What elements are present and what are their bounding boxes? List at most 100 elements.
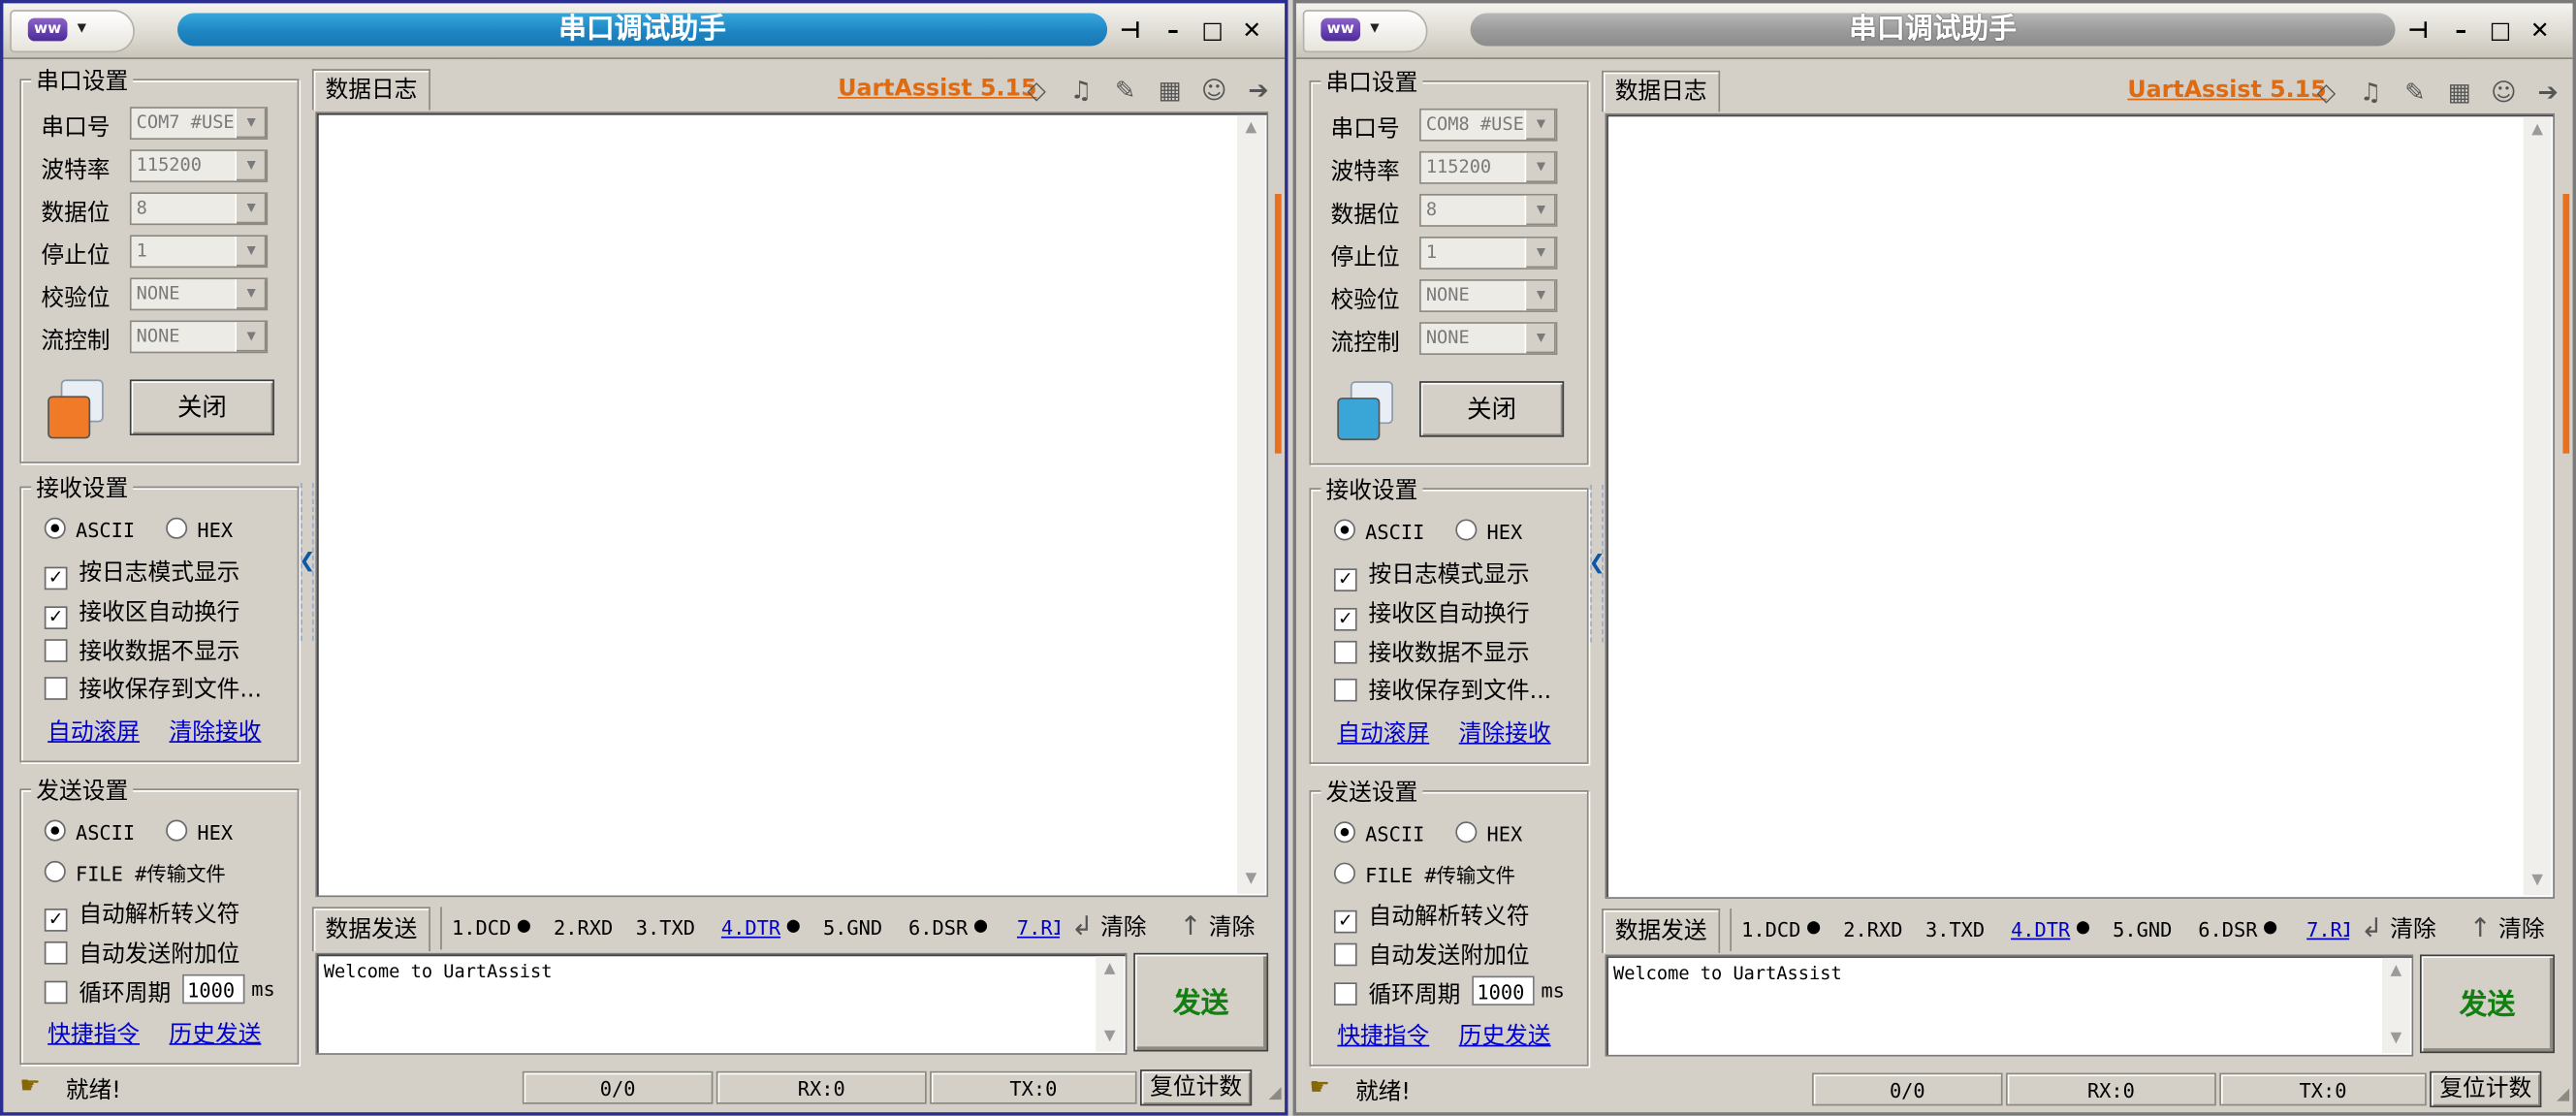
parity-select[interactable]: NONE ▼	[129, 277, 269, 311]
scroll-up-icon[interactable]: ▲	[1237, 115, 1265, 143]
baud-select[interactable]: 115200 ▼	[129, 149, 269, 183]
send-scrollbar[interactable]: ▲ ▼	[1096, 956, 1125, 1052]
calculator-icon[interactable]: ▦	[1155, 76, 1185, 106]
maximize-button[interactable]: □	[1196, 15, 1229, 48]
chevron-down-icon[interactable]: ▼	[235, 322, 267, 352]
clear-send-button[interactable]: ↲ 清除	[1071, 910, 1147, 943]
append-bits-checkbox[interactable]: 自动发送附加位	[1333, 939, 1530, 972]
version-link[interactable]: UartAssist 5.15	[2127, 78, 2326, 104]
scroll-down-icon[interactable]: ▼	[2382, 1025, 2410, 1053]
send-file-radio[interactable]: FILE #传输文件	[44, 859, 226, 887]
log-mode-checkbox[interactable]: ✓ 按日志模式显示	[44, 556, 240, 590]
chevron-down-icon[interactable]: ▼	[235, 150, 267, 181]
receive-ascii-radio[interactable]: ASCII	[44, 517, 135, 544]
title-bar[interactable]: ww ▾ 串口调试助手 ⊣ – □ ✕	[1295, 3, 2573, 60]
stopbits-select[interactable]: 1 ▼	[129, 235, 269, 269]
auto-wrap-checkbox[interactable]: ✓ 接收区自动换行	[1333, 596, 1530, 631]
signal-ri[interactable]: 7.RI	[2306, 918, 2349, 941]
shortcut-commands-link[interactable]: 快捷指令	[48, 1017, 140, 1050]
scroll-up-icon[interactable]: ▲	[2382, 958, 2410, 986]
send-button[interactable]: 发送	[1133, 952, 1269, 1052]
append-bits-checkbox[interactable]: 自动发送附加位	[44, 937, 240, 970]
forward-icon[interactable]: ➔	[2533, 78, 2563, 108]
receive-ascii-radio[interactable]: ASCII	[1333, 519, 1424, 545]
send-button[interactable]: 发送	[2419, 954, 2555, 1054]
chevron-down-icon[interactable]: ▼	[1524, 195, 1556, 226]
maximize-button[interactable]: □	[2484, 15, 2517, 48]
tab-data-send[interactable]: 数据发送	[311, 907, 430, 952]
auto-scroll-link[interactable]: 自动滚屏	[48, 715, 140, 748]
tab-data-log[interactable]: 数据日志	[1602, 70, 1721, 112]
close-port-button[interactable]: 关闭	[129, 379, 274, 436]
scroll-up-icon[interactable]: ▲	[2524, 116, 2552, 144]
support-icon[interactable]: ☺	[1199, 76, 1229, 106]
signal-ri[interactable]: 7.RI	[1017, 917, 1060, 941]
send-hex-radio[interactable]: HEX	[1455, 821, 1522, 847]
pin-icon[interactable]: ⊣	[1114, 15, 1147, 48]
close-port-button[interactable]: 关闭	[1419, 381, 1565, 437]
receive-hex-radio[interactable]: HEX	[1455, 519, 1522, 545]
send-hex-radio[interactable]: HEX	[166, 819, 233, 846]
hide-data-checkbox[interactable]: 接收数据不显示	[44, 634, 240, 667]
cycle-checkbox[interactable]: 循环周期	[44, 976, 171, 1009]
close-button[interactable]: ✕	[2524, 15, 2557, 48]
scroll-down-icon[interactable]: ▼	[2524, 868, 2552, 896]
databits-select[interactable]: 8 ▼	[129, 192, 269, 226]
clear-receive-link[interactable]: 清除接收	[170, 715, 262, 748]
baud-select[interactable]: 115200 ▼	[1419, 150, 1558, 184]
send-history-link[interactable]: 历史发送	[170, 1017, 262, 1050]
port-select[interactable]: COM7 #USE ▼	[129, 107, 269, 141]
send-input[interactable]: Welcome to UartAssist ▲ ▼	[315, 952, 1128, 1055]
resize-grip-icon[interactable]: ◢	[2557, 1086, 2569, 1104]
scroll-up-icon[interactable]: ▲	[1096, 956, 1124, 984]
auto-scroll-link[interactable]: 自动滚屏	[1337, 717, 1429, 749]
auto-wrap-checkbox[interactable]: ✓ 接收区自动换行	[44, 594, 240, 629]
clear-all-button[interactable]: ↑ 清除	[1180, 910, 1256, 943]
parity-select[interactable]: NONE ▼	[1419, 279, 1558, 312]
signal-dtr[interactable]: 4.DTR	[2011, 918, 2070, 941]
edit-icon[interactable]: ✎	[1110, 76, 1140, 106]
port-select[interactable]: COM8 #USE ▼	[1419, 108, 1558, 142]
forward-icon[interactable]: ➔	[1244, 76, 1274, 106]
chevron-down-icon[interactable]: ▼	[1524, 323, 1556, 354]
flow-select[interactable]: NONE ▼	[1419, 322, 1558, 356]
calculator-icon[interactable]: ▦	[2444, 78, 2474, 108]
pin-icon[interactable]: ⊣	[2401, 15, 2434, 48]
chevron-down-icon[interactable]: ▼	[1524, 238, 1556, 269]
diamond-icon[interactable]: ◇	[2311, 78, 2341, 108]
chevron-down-icon[interactable]: ▼	[1524, 110, 1556, 141]
chevron-down-icon[interactable]: ▼	[235, 279, 267, 309]
panel-collapse-handle[interactable]: ❮	[299, 483, 315, 641]
parse-escape-checkbox[interactable]: ✓ 自动解析转义符	[1333, 899, 1530, 934]
parse-escape-checkbox[interactable]: ✓ 自动解析转义符	[44, 897, 240, 932]
diamond-icon[interactable]: ◇	[1022, 76, 1052, 106]
chevron-down-icon[interactable]: ▼	[235, 193, 267, 224]
hide-data-checkbox[interactable]: 接收数据不显示	[1333, 636, 1530, 669]
support-icon[interactable]: ☺	[2489, 78, 2519, 108]
clear-send-button[interactable]: ↲ 清除	[2361, 911, 2436, 944]
system-menu-button[interactable]: ww ▾	[10, 10, 135, 53]
flow-select[interactable]: NONE ▼	[129, 320, 269, 354]
minimize-button[interactable]: –	[2444, 15, 2477, 48]
stopbits-select[interactable]: 1 ▼	[1419, 237, 1558, 270]
save-to-file-checkbox[interactable]: 接收保存到文件...	[1333, 674, 1551, 707]
log-scrollbar[interactable]: ▲ ▼	[2523, 116, 2552, 896]
save-to-file-checkbox[interactable]: 接收保存到文件...	[44, 672, 262, 705]
minimize-button[interactable]: –	[1157, 15, 1190, 48]
tab-data-send[interactable]: 数据发送	[1602, 909, 1721, 953]
receive-log-area[interactable]: ▲ ▼	[315, 112, 1269, 898]
cycle-period-input[interactable]: 1000	[182, 973, 245, 1004]
shortcut-commands-link[interactable]: 快捷指令	[1337, 1019, 1429, 1052]
scroll-down-icon[interactable]: ▼	[1237, 866, 1265, 894]
send-file-radio[interactable]: FILE #传输文件	[1333, 861, 1515, 889]
send-ascii-radio[interactable]: ASCII	[44, 819, 135, 846]
reset-count-button[interactable]: 复位计数	[2430, 1070, 2542, 1108]
chevron-down-icon[interactable]: ▼	[235, 237, 267, 267]
version-link[interactable]: UartAssist 5.15	[838, 76, 1036, 102]
cycle-period-input[interactable]: 1000	[1472, 975, 1535, 1006]
title-bar[interactable]: ww ▾ 串口调试助手 ⊣ – □ ✕	[3, 3, 1286, 60]
databits-select[interactable]: 8 ▼	[1419, 193, 1558, 227]
system-menu-button[interactable]: ww ▾	[1302, 10, 1428, 53]
chevron-down-icon[interactable]: ▼	[1524, 280, 1556, 311]
log-mode-checkbox[interactable]: ✓ 按日志模式显示	[1333, 557, 1530, 592]
